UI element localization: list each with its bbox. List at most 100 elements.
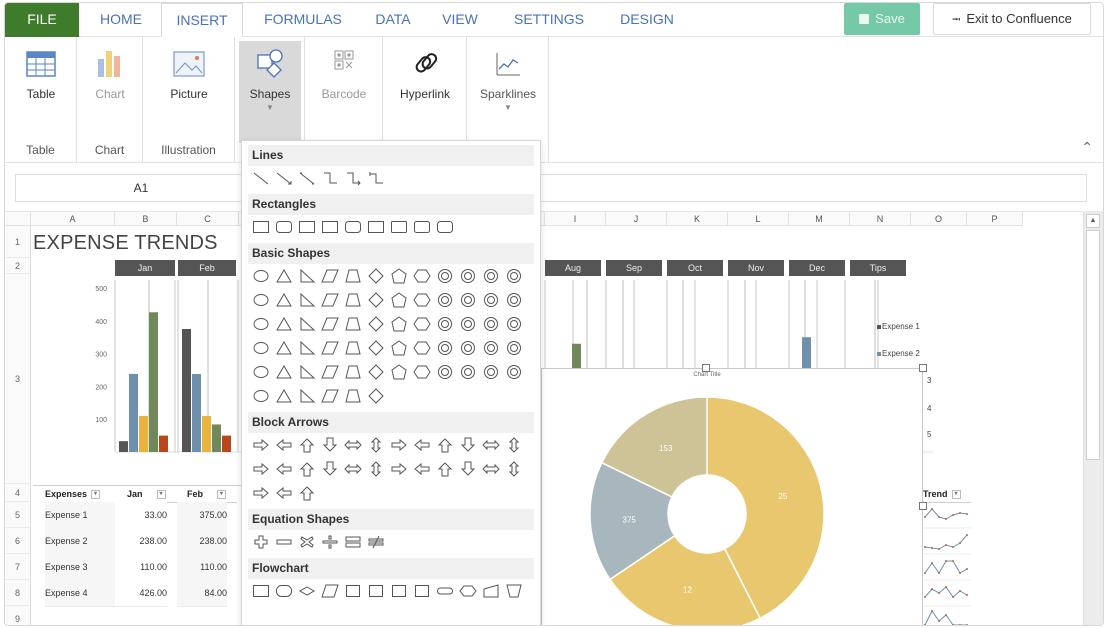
- shape-equation-shapes-2-icon[interactable]: [273, 532, 294, 552]
- shape-lines-1-icon[interactable]: [250, 168, 271, 188]
- chart-button[interactable]: Chart: [81, 41, 139, 137]
- shape-rectangles-4-icon[interactable]: [319, 217, 340, 237]
- shape-basic-shapes-31-icon[interactable]: [388, 314, 409, 334]
- table-cell[interactable]: 426.00: [115, 580, 167, 607]
- shape-equation-shapes-6-icon[interactable]: [365, 532, 386, 552]
- column-header-i[interactable]: I: [545, 212, 606, 226]
- column-header-n[interactable]: N: [850, 212, 911, 226]
- shape-basic-shapes-45-icon[interactable]: [434, 338, 455, 358]
- shape-basic-shapes-7-icon[interactable]: [388, 266, 409, 286]
- shape-basic-shapes-39-icon[interactable]: [296, 338, 317, 358]
- shape-block-arrows-7-icon[interactable]: [388, 435, 409, 455]
- table-row-label[interactable]: Expense 1: [45, 502, 115, 529]
- picture-button[interactable]: Picture: [157, 41, 221, 137]
- shape-basic-shapes-32-icon[interactable]: [411, 314, 432, 334]
- shape-block-arrows-8-icon[interactable]: [411, 435, 432, 455]
- row-header-1[interactable]: 1: [5, 226, 31, 258]
- table-cell[interactable]: 238.00: [115, 528, 167, 555]
- shape-flowchart-3-icon[interactable]: [296, 581, 317, 601]
- shape-block-arrows-17-icon[interactable]: [342, 459, 363, 479]
- shape-flowchart-6-icon[interactable]: [365, 581, 386, 601]
- shape-basic-shapes-36-icon[interactable]: [503, 314, 524, 334]
- shape-basic-shapes-53-icon[interactable]: [342, 362, 363, 382]
- shape-basic-shapes-65-icon[interactable]: [342, 386, 363, 406]
- shape-basic-shapes-17-icon[interactable]: [342, 290, 363, 310]
- tab-formulas[interactable]: FORMULAS: [251, 3, 355, 37]
- shape-block-arrows-22-icon[interactable]: [457, 459, 478, 479]
- bar-expense-2-jan[interactable]: [129, 373, 138, 452]
- row-header-9[interactable]: 9: [5, 606, 31, 625]
- shape-basic-shapes-57-icon[interactable]: [434, 362, 455, 382]
- shape-basic-shapes-5-icon[interactable]: [342, 266, 363, 286]
- shape-basic-shapes-27-icon[interactable]: [296, 314, 317, 334]
- shape-flowchart-8-icon[interactable]: [411, 581, 432, 601]
- shape-basic-shapes-24-icon[interactable]: [503, 290, 524, 310]
- row-header-2[interactable]: 2: [5, 258, 31, 274]
- shape-flowchart-4-icon[interactable]: [319, 581, 340, 601]
- shape-rectangles-3-icon[interactable]: [296, 217, 317, 237]
- shape-flowchart-5-icon[interactable]: [342, 581, 363, 601]
- shape-basic-shapes-23-icon[interactable]: [480, 290, 501, 310]
- column-header-l[interactable]: L: [728, 212, 789, 226]
- shape-basic-shapes-19-icon[interactable]: [388, 290, 409, 310]
- shape-basic-shapes-8-icon[interactable]: [411, 266, 432, 286]
- shape-basic-shapes-6-icon[interactable]: [365, 266, 386, 286]
- shape-block-arrows-9-icon[interactable]: [434, 435, 455, 455]
- shape-basic-shapes-50-icon[interactable]: [273, 362, 294, 382]
- shape-basic-shapes-29-icon[interactable]: [342, 314, 363, 334]
- shape-basic-shapes-55-icon[interactable]: [388, 362, 409, 382]
- shape-block-arrows-6-icon[interactable]: [365, 435, 386, 455]
- shape-equation-shapes-3-icon[interactable]: [296, 532, 317, 552]
- shape-basic-shapes-12-icon[interactable]: [503, 266, 524, 286]
- shape-basic-shapes-28-icon[interactable]: [319, 314, 340, 334]
- shape-basic-shapes-52-icon[interactable]: [319, 362, 340, 382]
- shape-flowchart-2-icon[interactable]: [273, 581, 294, 601]
- shape-basic-shapes-10-icon[interactable]: [457, 266, 478, 286]
- table-row-label[interactable]: Expense 4: [45, 580, 115, 607]
- shape-block-arrows-13-icon[interactable]: [250, 459, 271, 479]
- shape-block-arrows-24-icon[interactable]: [503, 459, 524, 479]
- exit-to-confluence-button[interactable]: ⭲ Exit to Confluence: [933, 3, 1091, 35]
- shape-basic-shapes-38-icon[interactable]: [273, 338, 294, 358]
- sparklines-button[interactable]: Sparklines ▼: [473, 41, 543, 137]
- column-header-p[interactable]: P: [967, 212, 1023, 226]
- barcode-button[interactable]: Barcode: [311, 41, 377, 137]
- row-header-8[interactable]: 8: [5, 580, 31, 606]
- tab-view[interactable]: VIEW: [433, 3, 487, 37]
- row-header-4[interactable]: 4: [5, 484, 31, 502]
- shape-basic-shapes-22-icon[interactable]: [457, 290, 478, 310]
- shape-rectangles-6-icon[interactable]: [365, 217, 386, 237]
- shape-basic-shapes-43-icon[interactable]: [388, 338, 409, 358]
- shape-block-arrows-16-icon[interactable]: [319, 459, 340, 479]
- resize-handle[interactable]: [702, 364, 710, 372]
- shape-block-arrows-18-icon[interactable]: [365, 459, 386, 479]
- bar-expense-1-jan[interactable]: [119, 441, 128, 452]
- shape-basic-shapes-35-icon[interactable]: [480, 314, 501, 334]
- shape-basic-shapes-1-icon[interactable]: [250, 266, 271, 286]
- shape-basic-shapes-9-icon[interactable]: [434, 266, 455, 286]
- shape-basic-shapes-16-icon[interactable]: [319, 290, 340, 310]
- shape-basic-shapes-48-icon[interactable]: [503, 338, 524, 358]
- hyperlink-button[interactable]: Hyperlink: [391, 41, 459, 137]
- shape-basic-shapes-58-icon[interactable]: [457, 362, 478, 382]
- shape-rectangles-1-icon[interactable]: [250, 217, 271, 237]
- table-cell[interactable]: 238.00: [177, 528, 227, 555]
- shape-basic-shapes-59-icon[interactable]: [480, 362, 501, 382]
- filter-dropdown-icon[interactable]: ▾: [217, 490, 227, 500]
- shape-flowchart-10-icon[interactable]: [457, 581, 478, 601]
- shape-block-arrows-14-icon[interactable]: [273, 459, 294, 479]
- row-header-5[interactable]: 5: [5, 502, 31, 528]
- shape-basic-shapes-33-icon[interactable]: [434, 314, 455, 334]
- table-row-label[interactable]: Expense 2: [45, 528, 115, 555]
- shape-flowchart-1-icon[interactable]: [250, 581, 271, 601]
- shape-basic-shapes-61-icon[interactable]: [250, 386, 271, 406]
- tab-settings[interactable]: SETTINGS: [499, 3, 599, 37]
- shape-block-arrows-2-icon[interactable]: [273, 435, 294, 455]
- column-header-b[interactable]: B: [115, 212, 177, 226]
- shape-rectangles-8-icon[interactable]: [411, 217, 432, 237]
- shape-equation-shapes-5-icon[interactable]: [342, 532, 363, 552]
- column-header-j[interactable]: J: [606, 212, 667, 226]
- shape-block-arrows-23-icon[interactable]: [480, 459, 501, 479]
- shape-basic-shapes-60-icon[interactable]: [503, 362, 524, 382]
- table-cell[interactable]: 84.00: [177, 580, 227, 607]
